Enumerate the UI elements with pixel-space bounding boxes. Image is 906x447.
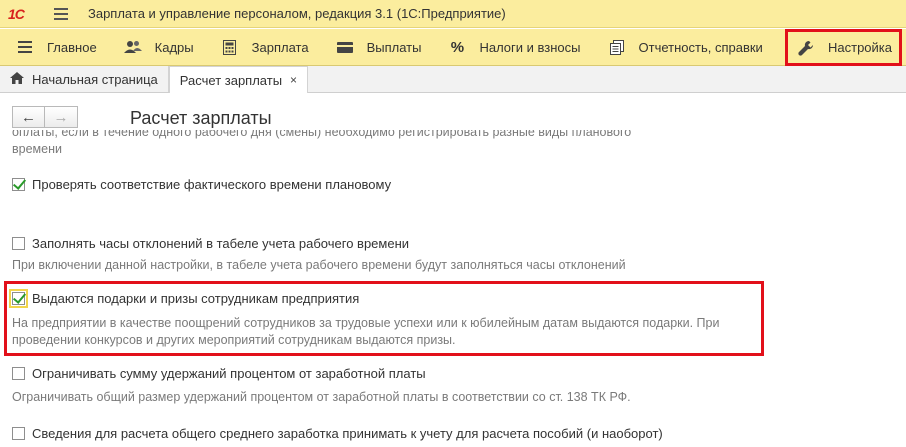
fill-hours-checkbox[interactable] (12, 237, 25, 250)
section-label: Зарплата (251, 39, 309, 55)
open-windows-bar: Начальная страница Расчет зарплаты × (0, 66, 906, 93)
back-button[interactable]: ← (12, 106, 45, 128)
section-taxes[interactable]: % Налоги и взносы (432, 29, 591, 66)
reports-icon (608, 39, 626, 55)
tab-label: Расчет зарплаты (179, 72, 283, 88)
main-menu-icon[interactable] (54, 7, 68, 20)
section-label: Отчетность, справки (638, 39, 763, 55)
option-check-time[interactable]: Проверять соответствие фактического врем… (12, 177, 391, 192)
section-reports[interactable]: Отчетность, справки (592, 29, 774, 66)
menu-lines-icon (16, 39, 34, 55)
section-panel: Главное Кадры Зарплата Выплаты % Налоги … (0, 29, 906, 66)
wrench-icon (797, 40, 815, 56)
calculator-icon (221, 39, 239, 55)
forward-button[interactable]: → (45, 106, 78, 128)
tab-payroll[interactable]: Расчет зарплаты × (168, 66, 309, 93)
section-label: Настройка (828, 40, 892, 55)
section-label: Главное (47, 39, 97, 55)
close-icon[interactable]: × (290, 73, 297, 87)
option-label: Выдаются подарки и призы сотрудникам пре… (32, 291, 360, 306)
section-payments[interactable]: Выплаты (320, 29, 433, 66)
section-label: Выплаты (366, 39, 422, 55)
1c-logo: 1С (8, 5, 25, 22)
avg-earnings-checkbox[interactable] (12, 427, 25, 440)
cut-off-description: оплаты, если в течение одного рабочего д… (12, 130, 892, 158)
title-bar: 1С Зарплата и управление персоналом, ред… (0, 0, 906, 28)
option-fill-hours[interactable]: Заполнять часы отклонений в табеле учета… (12, 236, 409, 251)
section-label: Налоги и взносы (479, 39, 581, 55)
app-title: Зарплата и управление персоналом, редакц… (88, 6, 506, 21)
wallet-icon (336, 39, 354, 55)
description-line: оплаты, если в течение одного рабочего д… (12, 130, 632, 139)
form-title: Расчет зарплаты (130, 108, 272, 128)
percent-icon: % (450, 38, 465, 56)
option-label: Сведения для расчета общего среднего зар… (32, 426, 663, 441)
option-label: Ограничивать сумму удержаний процентом о… (32, 366, 426, 381)
settings-content: оплаты, если в течение одного рабочего д… (0, 130, 906, 447)
section-label: Кадры (154, 39, 194, 55)
option-limit-deductions[interactable]: Ограничивать сумму удержаний процентом о… (12, 366, 426, 381)
option-avg-earnings[interactable]: Сведения для расчета общего среднего зар… (12, 426, 663, 441)
nav-buttons: ← → (12, 106, 78, 128)
gifts-checkbox[interactable] (9, 289, 28, 308)
description-line: проведении конкурсов и других мероприяти… (12, 333, 456, 347)
check-time-checkbox[interactable] (12, 178, 25, 191)
people-icon (123, 39, 142, 55)
fill-hours-description: При включении данной настройки, в табеле… (12, 258, 626, 272)
description-line: времени (12, 142, 62, 156)
home-icon (10, 71, 24, 87)
option-label: Проверять соответствие фактического врем… (32, 177, 392, 192)
limit-deductions-checkbox[interactable] (12, 367, 25, 380)
description-line: На предприятии в качестве поощрений сотр… (12, 316, 720, 330)
limit-deductions-description: Ограничивать общий размер удержаний проц… (12, 390, 631, 404)
tab-label: Начальная страница (32, 71, 158, 87)
section-settings[interactable]: Настройка (785, 29, 902, 66)
option-label: Заполнять часы отклонений в табеле учета… (32, 236, 410, 251)
tab-home-page[interactable]: Начальная страница (0, 66, 169, 92)
section-hr[interactable]: Кадры (108, 29, 205, 66)
section-salary[interactable]: Зарплата (205, 29, 320, 66)
gifts-description: На предприятии в качестве поощрений сотр… (12, 315, 892, 349)
option-gifts[interactable]: Выдаются подарки и призы сотрудникам пре… (9, 289, 360, 308)
section-main[interactable]: Главное (0, 29, 108, 66)
